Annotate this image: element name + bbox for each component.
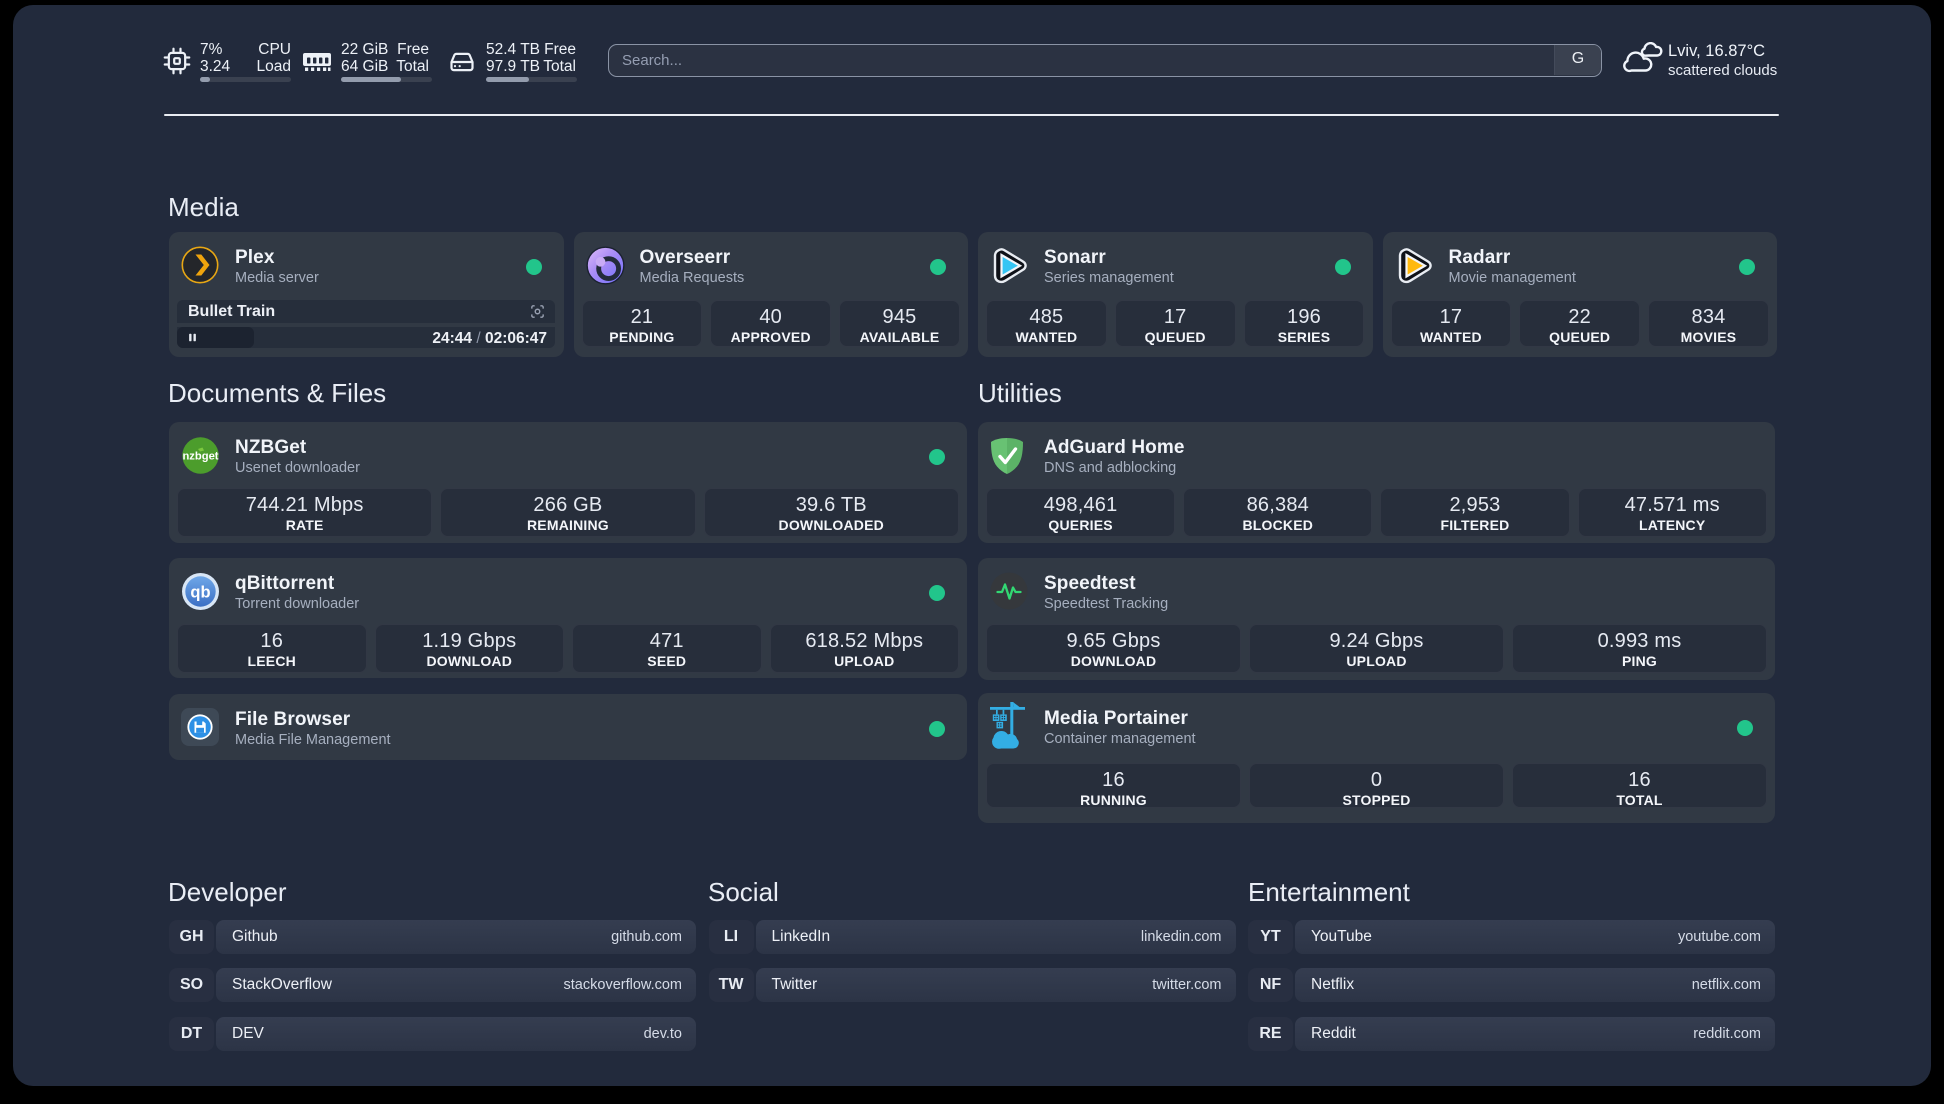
svg-text:qb: qb [190,584,210,602]
svg-text:nzbget: nzbget [182,451,218,463]
